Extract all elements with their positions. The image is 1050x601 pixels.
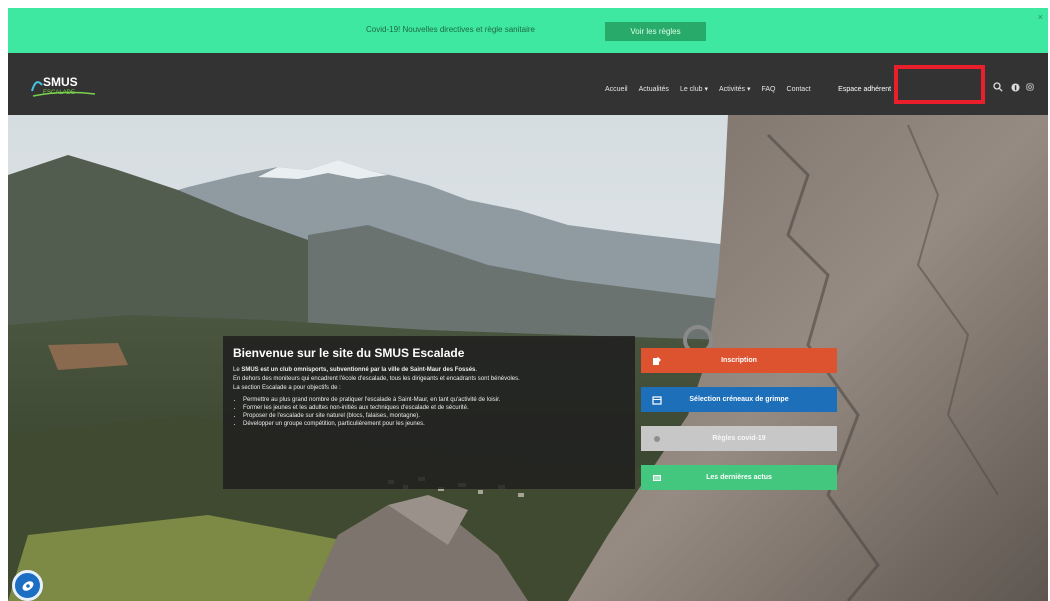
selection-creneaux-button[interactable]: Sélection créneaux de grimpe bbox=[641, 387, 837, 412]
selection-creneaux-label: Sélection créneaux de grimpe bbox=[689, 396, 789, 403]
nav-item-accueil[interactable]: Accueil bbox=[605, 86, 628, 93]
hero-section: Bienvenue sur le site du SMUS Escalade L… bbox=[8, 115, 1048, 601]
regles-covid-button[interactable]: Règles covid-19 bbox=[641, 426, 837, 451]
list-item: Permettre au plus grand nombre de pratiq… bbox=[243, 396, 625, 404]
objectives-list: Permettre au plus grand nombre de pratiq… bbox=[233, 396, 625, 428]
welcome-title: Bienvenue sur le site du SMUS Escalade bbox=[233, 346, 465, 360]
inscription-button[interactable]: Inscription bbox=[641, 348, 837, 373]
inscription-label: Inscription bbox=[721, 357, 757, 364]
list-item: Former les jeunes et les adultes non-ini… bbox=[243, 404, 625, 412]
smus-escalade-logo[interactable]: SMUS ESCALADE bbox=[30, 73, 100, 99]
cookie-settings-icon[interactable] bbox=[12, 570, 43, 601]
list-item: Proposer de l'escalade sur site naturel … bbox=[243, 412, 625, 420]
nav-item-actualites[interactable]: Actualités bbox=[639, 86, 669, 93]
browser-page: Covid-19! Nouvelles directives et règle … bbox=[8, 8, 1048, 601]
intro-bold: SMUS est un club omnisports, subventionn… bbox=[241, 367, 476, 373]
see-rules-button[interactable]: Voir les règles bbox=[605, 22, 706, 41]
welcome-intro: Le SMUS est un club omnisports, subventi… bbox=[233, 366, 625, 374]
banner-text: Covid-19! Nouvelles directives et règle … bbox=[366, 25, 535, 34]
edit-icon bbox=[651, 355, 663, 367]
nav-item-activites[interactable]: Activités ▾ bbox=[719, 85, 751, 93]
list-item: Développer un groupe compétition, partic… bbox=[243, 420, 625, 428]
intro-suffix: . bbox=[475, 367, 478, 373]
logo-text-top: SMUS bbox=[43, 75, 78, 89]
nav-item-le-club[interactable]: Le club ▾ bbox=[680, 85, 708, 93]
highlight-box bbox=[894, 65, 985, 104]
calendar-icon bbox=[651, 394, 663, 406]
regles-covid-label: Règles covid-19 bbox=[712, 435, 766, 442]
main-navbar: SMUS ESCALADE Accueil Actualités Le club… bbox=[8, 53, 1048, 115]
news-icon bbox=[651, 472, 663, 484]
search-icon[interactable] bbox=[991, 80, 1005, 94]
nav-item-faq[interactable]: FAQ bbox=[762, 86, 776, 93]
welcome-paragraph-3: La section Escalade a pour objectifs de … bbox=[233, 385, 341, 391]
facebook-icon[interactable] bbox=[1008, 80, 1022, 94]
welcome-paragraph-2: En dehors des moniteurs qui encadrent l'… bbox=[233, 376, 520, 382]
dernieres-actus-button[interactable]: Les dernières actus bbox=[641, 465, 837, 490]
virus-icon bbox=[651, 433, 663, 445]
nav-item-contact[interactable]: Contact bbox=[787, 86, 811, 93]
instagram-icon[interactable] bbox=[1023, 80, 1037, 94]
welcome-panel: Bienvenue sur le site du SMUS Escalade L… bbox=[223, 336, 635, 489]
nav-menu: Accueil Actualités Le club ▾ Activités ▾… bbox=[605, 80, 916, 98]
covid-banner: Covid-19! Nouvelles directives et règle … bbox=[8, 8, 1048, 53]
dernieres-actus-label: Les dernières actus bbox=[706, 474, 772, 481]
banner-close-icon[interactable]: × bbox=[1038, 12, 1043, 22]
